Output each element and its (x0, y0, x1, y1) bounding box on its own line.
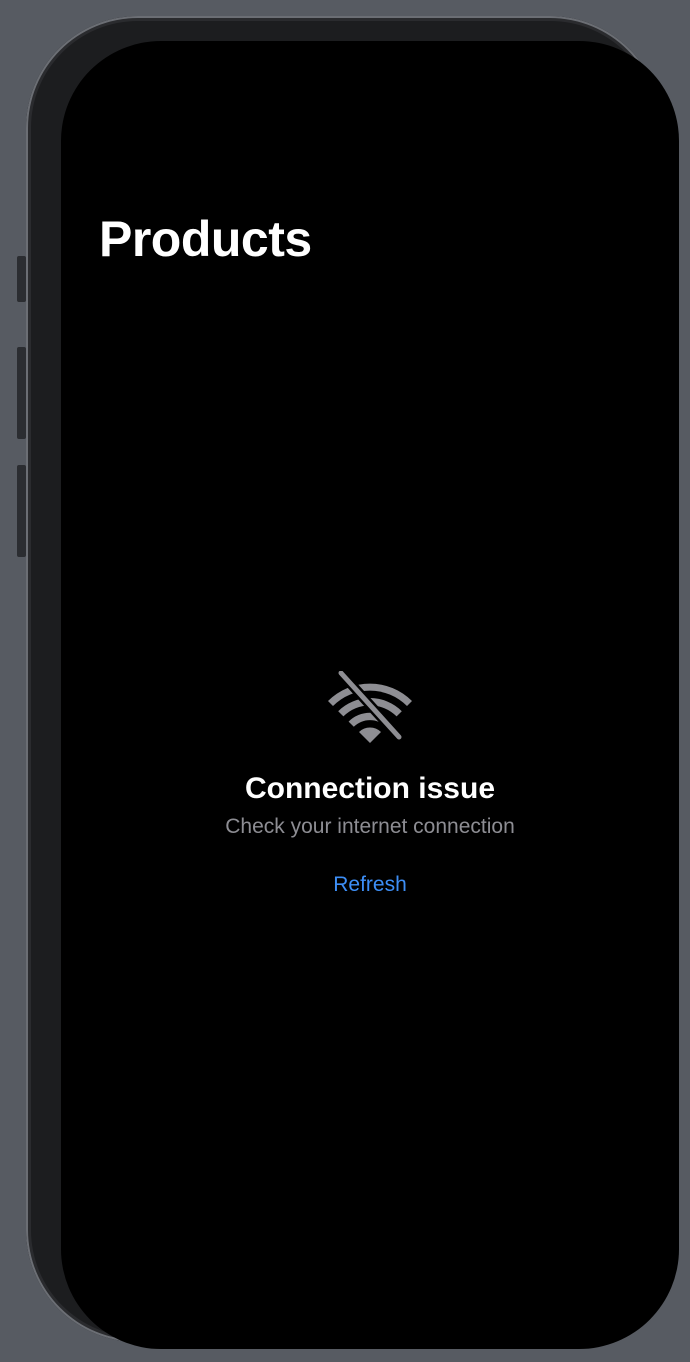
empty-state: Connection issue Check your internet con… (61, 671, 679, 903)
empty-state-title: Connection issue (244, 772, 496, 805)
simulator-canvas: Products Connection issue Check your int… (0, 0, 690, 1362)
page-title: Products (99, 211, 312, 267)
volume-up-button (17, 347, 26, 439)
volume-down-button (17, 465, 26, 557)
device-frame: Products Connection issue Check your int… (26, 16, 679, 1349)
app-screen: Products Connection issue Check your int… (61, 41, 679, 1349)
empty-state-subtitle: Check your internet connection (225, 815, 515, 838)
silent-switch (17, 256, 26, 302)
refresh-button[interactable]: Refresh (323, 867, 417, 903)
wifi-slash-icon (328, 671, 412, 743)
